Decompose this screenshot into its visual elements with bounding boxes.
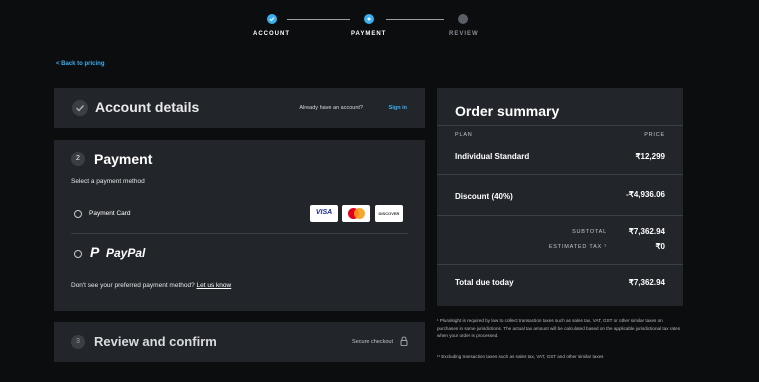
estimated-tax-value: ₹0 [655, 242, 665, 251]
step-account-check-icon [267, 14, 277, 24]
payment-card-option[interactable]: Payment Card VISA DISCOVER [71, 196, 408, 234]
price-column-header: PRICE [644, 132, 665, 138]
payment-card-label: Payment Card [89, 210, 131, 217]
have-account-text: Already have an account? [299, 105, 363, 111]
subtotal-label: SUBTOTAL [572, 229, 607, 235]
order-summary-panel: Order summary PLAN PRICE Individual Stan… [437, 88, 683, 306]
payment-card-radio[interactable] [74, 210, 82, 218]
sign-in-link[interactable]: Sign in [389, 105, 407, 111]
payment-panel: 2 Payment Select a payment method Paymen… [54, 140, 425, 311]
plan-column-header: PLAN [455, 132, 473, 138]
discount-value: -₹4,936.06 [626, 190, 665, 199]
tax-footnote: ¹ Pluralsight is required by law to coll… [437, 318, 681, 338]
divider [437, 174, 683, 175]
other-payment-prompt: Don't see your preferred payment method?… [71, 282, 231, 289]
visa-logo: VISA [310, 205, 338, 222]
payment-step-number: 2 [71, 152, 85, 166]
checkout-stepper: ACCOUNT PAYMENT REVIEW [0, 10, 759, 40]
paypal-radio[interactable] [74, 250, 82, 258]
back-to-pricing-link[interactable]: < Back to pricing [56, 61, 105, 67]
step-label-payment: PAYMENT [351, 31, 387, 37]
account-details-title: Account details [95, 99, 200, 115]
tax-exclusion-footnote: ¹¹ Excluding transaction taxes such as s… [437, 354, 604, 359]
plan-name: Individual Standard [455, 152, 530, 161]
secure-checkout-text: Secure checkout [352, 339, 393, 345]
subtotal-value: ₹7,362.94 [628, 227, 665, 236]
estimated-tax-label: ESTIMATED TAX ¹ [548, 244, 607, 250]
review-step-number: 3 [71, 335, 85, 349]
lock-icon [400, 336, 408, 346]
payment-title: Payment [94, 151, 153, 167]
step-connector [386, 19, 444, 20]
payment-subtitle: Select a payment method [71, 178, 145, 185]
step-label-review: REVIEW [449, 31, 479, 37]
mastercard-logo [342, 205, 370, 222]
divider [437, 125, 683, 126]
account-complete-check-icon [72, 100, 88, 116]
discount-label: Discount (40%) [455, 192, 513, 201]
order-summary-title: Order summary [455, 103, 560, 119]
paypal-label: PayPal [106, 246, 146, 260]
divider [437, 264, 683, 265]
divider [437, 215, 683, 216]
paypal-icon: P [90, 244, 100, 260]
discover-logo: DISCOVER [375, 205, 403, 222]
step-payment-dot-icon [364, 14, 374, 24]
plan-price: ₹12,299 [635, 152, 665, 161]
step-review-dot-icon [458, 14, 468, 24]
total-value: ₹7,362.94 [628, 278, 665, 287]
step-label-account: ACCOUNT [253, 31, 290, 37]
let-us-know-link[interactable]: Let us know [197, 282, 232, 289]
review-panel: 3 Review and confirm Secure checkout [54, 322, 425, 362]
review-title: Review and confirm [94, 334, 217, 349]
step-connector [287, 19, 350, 20]
total-label: Total due today [455, 278, 514, 287]
account-details-panel[interactable]: Account details Already have an account?… [54, 88, 425, 128]
other-payment-text: Don't see your preferred payment method? [71, 282, 195, 289]
